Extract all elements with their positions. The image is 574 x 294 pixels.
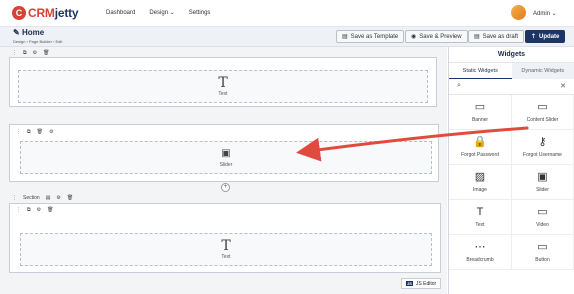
widget-label: Content Slider	[526, 117, 559, 123]
section-label: Section	[23, 195, 40, 201]
copy-icon[interactable]: ⧉	[23, 50, 27, 56]
widget-label: Slider	[536, 187, 549, 193]
widget-label: Button	[535, 257, 550, 263]
breadcrumb-icon: ⋯	[474, 241, 486, 253]
text-widget-block[interactable]: T Text	[20, 233, 432, 266]
crmjetty-logo[interactable]: C CRMjetty	[12, 6, 79, 20]
close-icon[interactable]: ✕	[560, 82, 566, 90]
section-block[interactable]: ⋮ ⧉ 🗑 ⚙ ▣ Slider	[9, 124, 439, 182]
logo-mark-icon: C	[12, 6, 26, 20]
text-icon: T	[218, 75, 228, 91]
section-toolbar: ⋮ Section ▤ ⚙ 🗑	[9, 194, 73, 202]
page-header: ✎ Home Design › Page Builder › Edit ▤ Sav…	[0, 27, 574, 47]
drag-handle-icon[interactable]: ⋮	[12, 195, 17, 201]
text-icon: T	[476, 206, 484, 218]
save-preview-button[interactable]: ◉ Save & Preview	[405, 30, 468, 43]
trash-icon[interactable]: 🗑	[47, 207, 53, 213]
widget-label: Text	[475, 222, 485, 228]
widget-grid: ▭ Banner ▭ Content Slider 🔒 Forgot Password ⚷ F…	[449, 95, 574, 270]
drag-handle-icon[interactable]: ⋮	[16, 129, 21, 135]
copy-icon[interactable]: ⧉	[27, 207, 31, 213]
nav-dashboard[interactable]: Dashboard	[106, 9, 135, 16]
slider-widget-block[interactable]: ▣ Slider	[20, 141, 432, 174]
text-icon: T	[221, 238, 231, 254]
widget-forgot-password[interactable]: 🔒 Forgot Password	[449, 130, 512, 165]
widgets-panel: Widgets Static Widgets Dynamic Widgets ⌕…	[448, 47, 574, 294]
video-icon: ▭	[537, 206, 548, 218]
copy-icon[interactable]: ⧉	[27, 129, 31, 135]
drag-handle-icon[interactable]: ⋮	[16, 207, 21, 213]
widget-image[interactable]: ▨ Image	[449, 165, 512, 200]
js-icon: JS	[406, 281, 413, 286]
widget-forgot-username[interactable]: ⚷ Forgot Username	[512, 130, 574, 165]
widget-search[interactable]: ⌕ ✕	[449, 79, 574, 95]
main-nav: Dashboard Design ⌄ Settings	[106, 9, 211, 17]
user-lock-icon: ⚷	[538, 136, 547, 148]
block-toolbar: ⋮ ⧉ 🗑 ⚙	[13, 128, 53, 136]
update-button[interactable]: ⇡ Update	[525, 30, 566, 43]
save-draft-button[interactable]: ▤ Save as draft	[468, 30, 525, 43]
user-menu[interactable]: Admin ⌄	[533, 10, 557, 17]
save-icon: ▤	[342, 34, 348, 40]
top-navbar: C CRMjetty Dashboard Design ⌄ Settings A…	[0, 0, 574, 27]
save-as-template-button[interactable]: ▤ Save as Template	[336, 30, 405, 43]
block-toolbar: ⋮ ⧉ ⚙ 🗑	[13, 206, 53, 214]
layout-icon[interactable]: ▤	[46, 195, 51, 201]
edit-pencil-icon: ✎	[13, 28, 20, 37]
section-block[interactable]: ⋮ ⧉ ⚙ 🗑 T Text	[9, 203, 441, 273]
add-section-button[interactable]: +	[221, 183, 230, 192]
eye-icon: ◉	[411, 34, 417, 40]
widget-banner[interactable]: ▭ Banner	[449, 95, 512, 130]
widget-content-slider[interactable]: ▭ Content Slider	[512, 95, 574, 130]
widget-tabs: Static Widgets Dynamic Widgets	[449, 63, 574, 79]
trash-icon[interactable]: 🗑	[43, 50, 49, 56]
widget-text[interactable]: T Text	[449, 200, 512, 235]
widget-button[interactable]: ▭ Button	[512, 235, 574, 270]
trash-icon[interactable]: 🗑	[67, 195, 73, 201]
section-block[interactable]: T Text	[9, 57, 437, 107]
avatar[interactable]	[511, 5, 526, 20]
widget-label: Forgot Username	[523, 152, 562, 158]
page-builder-canvas[interactable]: ⋮ ⧉ ⚙ 🗑 T Text ⋮ ⧉ 🗑 ⚙ ▣ Slider + ⋮ Section ▤ ⚙ 🗑 …	[0, 47, 447, 294]
text-widget-block[interactable]: T Text	[18, 70, 428, 103]
gear-icon[interactable]: ⚙	[49, 129, 53, 135]
gear-icon[interactable]: ⚙	[33, 50, 37, 56]
gear-icon[interactable]: ⚙	[56, 195, 60, 201]
draft-icon: ▤	[474, 34, 480, 40]
js-editor-button[interactable]: JS JS Editor	[401, 278, 442, 289]
widget-label: Breadcrumb	[466, 257, 494, 263]
search-icon: ⌕	[457, 82, 461, 89]
widget-breadcrumb[interactable]: ⋯ Breadcrumb	[449, 235, 512, 270]
lock-icon: 🔒	[473, 136, 487, 148]
widget-label: Forgot Password	[461, 152, 499, 158]
page-title: Home	[21, 28, 45, 37]
panel-title: Widgets	[449, 47, 574, 63]
widget-video[interactable]: ▭ Video	[512, 200, 574, 235]
drag-handle-icon[interactable]: ⋮	[12, 50, 17, 56]
nav-design[interactable]: Design ⌄	[149, 9, 174, 16]
tab-dynamic-widgets[interactable]: Dynamic Widgets	[511, 63, 574, 79]
image-icon: ▨	[474, 171, 486, 183]
button-icon: ▭	[537, 241, 548, 253]
widget-label: Banner	[471, 117, 489, 123]
trash-icon[interactable]: 🗑	[37, 129, 43, 135]
widget-label: Image	[473, 187, 487, 193]
upload-icon: ⇡	[531, 34, 537, 40]
slider-icon: ▣	[537, 171, 548, 183]
block-toolbar: ⋮ ⧉ ⚙ 🗑	[9, 49, 49, 57]
nav-settings[interactable]: Settings	[189, 9, 211, 16]
widget-label: Video	[536, 222, 549, 228]
banner-icon: ▭	[474, 101, 486, 113]
breadcrumb: Design › Page Builder › Edit	[13, 39, 63, 44]
slider-icon: ▣	[221, 148, 231, 159]
gear-icon[interactable]: ⚙	[37, 207, 41, 213]
content-slider-icon: ▭	[537, 101, 548, 113]
widget-slider[interactable]: ▣ Slider	[512, 165, 574, 200]
tab-static-widgets[interactable]: Static Widgets	[449, 63, 512, 79]
